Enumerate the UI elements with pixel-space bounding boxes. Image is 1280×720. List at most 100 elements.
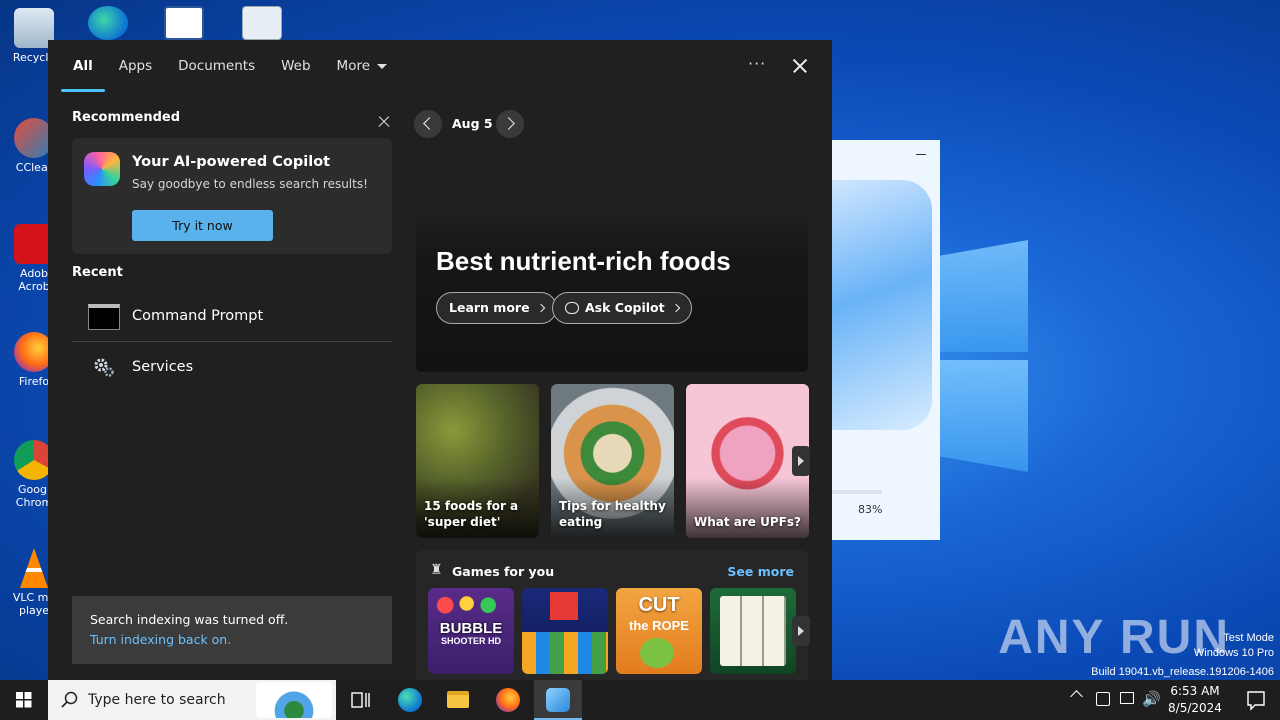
progress-percent: 83% [858,503,883,516]
chat-bubble-icon [565,302,579,314]
ethernet-icon[interactable] [1120,692,1134,704]
taskbar-clock[interactable]: 6:53 AM 8/5/2024 [1162,683,1228,717]
block-piece-red [550,592,578,620]
clock-date: 8/5/2024 [1168,701,1222,715]
search-highlight-illustration [256,682,332,718]
hero-title: Best nutrient-rich foods [436,246,731,276]
game-controller-icon: ♜ [430,562,443,578]
games-next-arrow-icon[interactable] [792,616,810,646]
edge-desktop-icon[interactable] [88,6,128,40]
recent-item-label: Command Prompt [132,308,264,324]
tile-caption: What are UPFs? [694,515,801,529]
progress-bar [832,490,882,494]
game-mahjong[interactable] [710,588,796,674]
search-panel: All Apps Documents Web More ··· Recommen… [48,40,832,690]
recent-item-services[interactable]: Services [72,342,392,392]
taskbar-file-explorer[interactable] [434,680,482,720]
previous-day-button[interactable] [414,110,442,138]
start-button[interactable] [0,680,48,720]
see-more-link[interactable]: See more [727,564,794,579]
game-title-text: CUT [638,594,680,616]
ask-copilot-button[interactable]: Ask Copilot [552,292,692,324]
word-document-icon[interactable] [164,6,204,40]
indexing-notice: Search indexing was turned off. Turn ind… [72,596,392,664]
game-title-text: BUBBLE [439,620,503,637]
taskbar-search-box[interactable]: Type here to search [48,680,336,720]
tile-super-diet[interactable]: 15 foods for a 'super diet' [416,384,539,538]
taskbar-installer-app[interactable] [534,680,582,720]
mahjong-tiles [720,596,786,666]
system-tray: 🔊 [1068,680,1162,720]
game-subtitle-text: the ROPE [629,618,689,633]
network-icon[interactable] [1096,692,1110,706]
tile-caption: Tips for healthy eating [559,499,666,529]
turn-indexing-on-link[interactable]: Turn indexing back on. [90,632,231,647]
action-center-button[interactable] [1232,680,1280,720]
edge-icon [398,688,422,712]
game-cut-the-rope[interactable]: CUT the ROPE [616,588,702,674]
tab-all[interactable]: All [60,40,106,92]
recent-item-label: Services [132,359,194,375]
folder-icon [447,691,469,708]
tab-apps[interactable]: Apps [106,40,165,92]
copilot-logo-icon [84,152,120,186]
clock-time: 6:53 AM [1170,684,1220,698]
more-options-icon[interactable]: ··· [748,54,766,73]
block-row-colored [522,632,608,674]
highlight-date: Aug 5 [452,116,493,131]
learn-more-button[interactable]: Learn more [436,292,557,324]
taskbar: Type here to search 🔊 6:53 AM 8/5/2024 [0,680,1280,720]
game-subtitle-text: SHOOTER HD [440,636,501,646]
chevron-right-icon [536,303,545,313]
tile-upfs[interactable]: What are UPFs? [686,384,809,538]
notification-icon [1247,691,1265,711]
search-icon [61,691,78,708]
volume-icon[interactable]: 🔊 [1142,690,1161,708]
search-placeholder: Type here to search [88,692,226,708]
desktop-icon-label: Firefo [18,375,50,388]
command-prompt-icon [88,304,120,330]
image-file-icon[interactable] [242,6,282,40]
show-hidden-icons[interactable] [1070,690,1083,703]
installer-artwork [832,180,932,430]
copilot-card-subtitle: Say goodbye to endless search results! [132,177,368,191]
firefox-icon [496,688,520,712]
tab-documents[interactable]: Documents [165,40,268,92]
indexing-message: Search indexing was turned off. [90,612,289,627]
task-view-button[interactable] [336,680,384,720]
desktop-icon-label: CClear [15,161,53,174]
recent-title: Recent [72,265,123,280]
tab-more[interactable]: More [324,40,400,92]
close-icon[interactable] [788,54,812,78]
tile-caption: 15 foods for a 'super diet' [424,499,519,529]
hero-card[interactable]: Best nutrient-rich foods Learn more Ask … [416,212,808,372]
task-view-icon [351,692,370,708]
recent-item-command-prompt[interactable]: Command Prompt [72,291,392,341]
news-tiles: 15 foods for a 'super diet' Tips for hea… [416,384,812,538]
om-nom-character [640,638,674,668]
copilot-card-title: Your AI-powered Copilot [132,154,331,170]
test-mode-label: Test Mode [1223,632,1274,644]
left-column: Recommended Your AI-powered Copilot Say … [72,110,392,377]
caret-down-icon [377,63,388,69]
tile-healthy-eating[interactable]: Tips for healthy eating [551,384,674,538]
minimize-icon[interactable] [916,154,926,155]
recommended-title: Recommended [72,110,181,125]
dismiss-recommended-icon[interactable] [376,114,392,130]
windows-start-icon [16,692,32,708]
installer-app-icon [546,688,570,712]
search-tabs: All Apps Documents Web More [60,40,400,92]
game-bubble-shooter[interactable]: BUBBLE SHOOTER HD [428,588,514,674]
background-installer-window[interactable]: 83% [832,140,940,540]
taskbar-firefox[interactable] [484,680,532,720]
game-blocks[interactable] [522,588,608,674]
taskbar-edge[interactable] [386,680,434,720]
try-it-now-button[interactable]: Try it now [132,210,273,241]
chevron-right-icon [671,303,680,313]
windows-edition-label: Windows 10 Pro [1193,647,1274,659]
tab-web[interactable]: Web [268,40,323,92]
tiles-next-arrow-icon[interactable] [792,446,810,476]
next-day-button[interactable] [496,110,524,138]
build-label: Build 19041.vb_release.191206-1406 [1091,666,1274,678]
games-section: ♜ Games for you See more BUBBLE SHOOTER … [416,550,810,690]
